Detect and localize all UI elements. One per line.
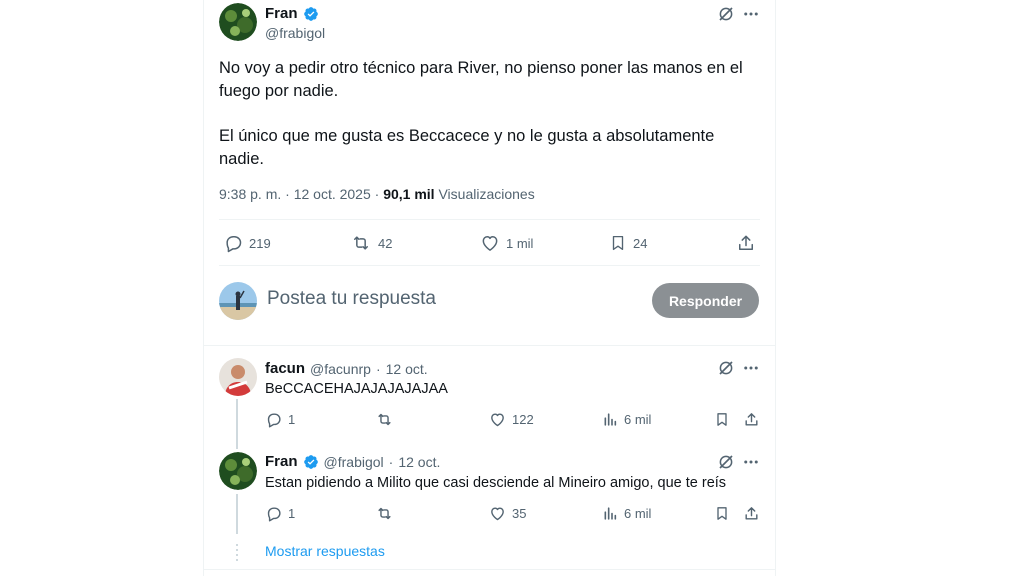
views-count: 90,1 mil — [383, 186, 435, 202]
tweet-text-paragraph-2: El único que me gusta es Beccacece y no … — [219, 127, 715, 168]
reply-action[interactable]: 1 — [265, 411, 295, 428]
reply-text: BeCCACEHAJAJAJAJAJAA — [265, 381, 448, 397]
views-label: Visualizaciones — [434, 186, 535, 202]
repost-count: 42 — [378, 235, 393, 251]
show-replies-link[interactable]: Mostrar respuestas — [265, 543, 385, 559]
repost-icon — [378, 413, 391, 426]
tweet-text-paragraph-1: No voy a pedir otro técnico para River, … — [219, 59, 743, 100]
reply-icon — [226, 236, 242, 253]
reply-date[interactable]: 12 oct. — [398, 454, 440, 470]
repost-icon — [378, 507, 391, 520]
repost-icon — [354, 236, 368, 250]
divider — [219, 219, 760, 220]
share-icon — [739, 235, 753, 250]
bookmark-action[interactable]: 24 — [609, 233, 647, 253]
share-action[interactable] — [743, 411, 760, 428]
analytics-icon — [604, 413, 617, 426]
reply-action[interactable]: 219 — [223, 233, 271, 253]
like-action[interactable]: 122 — [489, 411, 534, 428]
tweet-meta: 9:38 p. m. · 12 oct. 2025 · 90,1 mil Vis… — [219, 186, 535, 202]
more-options-icon[interactable] — [742, 5, 760, 23]
like-count: 122 — [512, 412, 534, 427]
reply-action[interactable]: 1 — [265, 505, 295, 522]
heart-icon — [491, 507, 504, 521]
share-action[interactable] — [736, 233, 756, 253]
reply-author-handle[interactable]: @frabigol — [324, 454, 384, 470]
grok-icon[interactable] — [716, 5, 736, 23]
thread-line — [236, 399, 238, 449]
views-count: 6 mil — [624, 412, 652, 427]
author-handle[interactable]: @frabigol — [265, 25, 325, 41]
reply-text: Estan pidiendo a Milito que casi descien… — [265, 475, 727, 491]
grok-icon[interactable] — [716, 359, 736, 377]
author-avatar[interactable] — [219, 3, 257, 41]
divider — [203, 345, 776, 346]
verified-badge-icon — [303, 454, 318, 469]
reply-submit-button[interactable]: Responder — [652, 283, 759, 318]
views-action[interactable]: 6 mil — [602, 411, 651, 428]
like-count: 1 mil — [506, 235, 534, 251]
repost-action[interactable] — [375, 505, 394, 522]
reply-date[interactable]: 12 oct. — [386, 361, 428, 377]
separator-dot: · — [388, 453, 394, 470]
bookmark-icon — [612, 235, 624, 251]
views-count: 6 mil — [624, 506, 652, 521]
share-icon — [745, 413, 758, 426]
thread-continuation-dots — [236, 544, 238, 562]
reply-count: 1 — [288, 412, 296, 427]
reply-author-avatar[interactable] — [219, 358, 257, 396]
like-action[interactable]: 35 — [489, 505, 526, 522]
reply-author-handle[interactable]: @facunrp — [310, 361, 371, 377]
bookmark-count: 24 — [633, 235, 648, 251]
separator-dot: · — [375, 360, 381, 377]
author-name-row: Fran — [265, 5, 319, 22]
divider — [219, 265, 760, 266]
views-action[interactable]: 6 mil — [602, 505, 651, 522]
bookmark-action[interactable] — [714, 505, 730, 522]
reply-header: facun @facunrp · 12 oct. — [265, 360, 428, 377]
reply-icon — [267, 413, 281, 428]
thread-line — [236, 494, 238, 534]
more-options-icon[interactable] — [742, 453, 760, 471]
share-icon — [745, 507, 758, 520]
reply-icon — [267, 507, 281, 522]
reply-author-avatar[interactable] — [219, 452, 257, 490]
current-user-avatar[interactable] — [219, 282, 257, 320]
bookmark-icon — [717, 413, 727, 426]
reply-header: Fran @frabigol · 12 oct. — [265, 453, 440, 470]
like-action[interactable]: 1 mil — [480, 233, 533, 253]
reply-author-name[interactable]: facun — [265, 360, 305, 377]
tweet-timestamp[interactable]: 9:38 p. m. · 12 oct. 2025 · — [219, 186, 383, 202]
reply-composer-input[interactable]: Postea tu respuesta — [267, 288, 436, 310]
author-name[interactable]: Fran — [265, 5, 298, 22]
verified-badge-icon — [303, 6, 318, 21]
repost-action[interactable]: 42 — [350, 233, 392, 253]
bookmark-action[interactable] — [714, 411, 730, 428]
reply-count: 219 — [249, 235, 271, 251]
grok-icon[interactable] — [716, 453, 736, 471]
repost-action[interactable] — [375, 411, 394, 428]
like-count: 35 — [512, 506, 527, 521]
divider — [203, 569, 776, 570]
heart-icon — [482, 236, 498, 251]
heart-icon — [491, 413, 504, 427]
reply-count: 1 — [288, 506, 296, 521]
share-action[interactable] — [743, 505, 760, 522]
reply-author-name[interactable]: Fran — [265, 453, 298, 470]
more-options-icon[interactable] — [742, 359, 760, 377]
analytics-icon — [604, 507, 617, 520]
bookmark-icon — [717, 507, 727, 520]
